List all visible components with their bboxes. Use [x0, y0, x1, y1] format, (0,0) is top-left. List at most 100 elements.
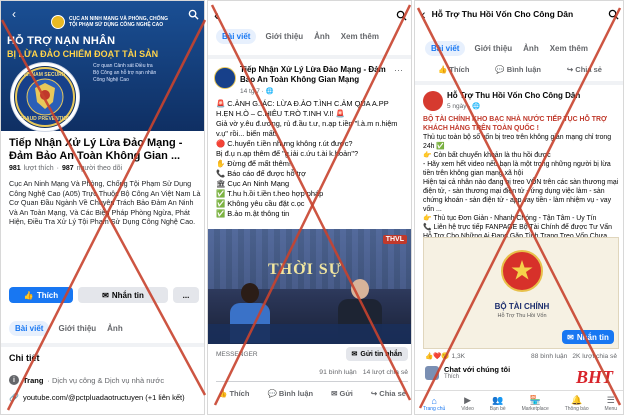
cover-headline-2: BỊ LỪA ĐẢO CHIẾM ĐOẠT TÀI SẢN: [7, 49, 159, 59]
cover-small-line-3: Công Nghệ Cao: [93, 77, 129, 83]
post-text: BỘ TÀI CHÍNH KHO BẠC NHÀ NƯỚC TIẾP TỤC H…: [423, 115, 619, 250]
page-name: Tiếp Nhận Xử Lý Lừa Đảo Mạng - Đảm Bảo A…: [9, 137, 183, 162]
watermark: BHT: [575, 367, 613, 387]
post-line: 🔴 C.huyển t.iền nhưng không r.út được?: [216, 139, 353, 148]
like-page-button[interactable]: 👍 Thích: [9, 287, 73, 303]
back-arrow-icon[interactable]: ‹: [7, 7, 21, 21]
tab-more[interactable]: Xem thêm: [339, 29, 381, 44]
post-line: 🚨 C.ẢNH G.IÁC: LỪA Đ.ẢO T.ÌNH C.ẢM QUA A…: [216, 99, 389, 118]
share-action-label: Chia sẻ: [575, 65, 602, 74]
messenger-icon: ✉: [567, 332, 574, 342]
search-icon[interactable]: [608, 9, 619, 20]
nav-video[interactable]: ▶ Video: [461, 395, 474, 412]
comment-action[interactable]: 💬 Bình luận: [495, 65, 541, 74]
comment-action-label: Bình luận: [506, 65, 541, 74]
post-author[interactable]: Hỗ Trợ Thu Hồi Vốn Cho Công Dân: [447, 91, 580, 100]
comment-count[interactable]: 88 bình luận: [531, 353, 567, 360]
nav-friends-label: Bạn bè: [489, 406, 506, 412]
message-button[interactable]: ✉ Nhắn tin: [78, 287, 168, 303]
divider: [415, 81, 623, 85]
post-line: ✅ T.hu h.ồi t.iền t.heo hợp pháp: [216, 189, 324, 198]
post-actions: 👍 Thích 💬 Bình luận ✉ Gửi ↪ Chia sẻ: [218, 389, 406, 398]
post-line: Hiện tại cả nhân nào đang bị treo VỐN tr…: [423, 179, 619, 213]
message-button-label: Nhắn tin: [111, 290, 144, 300]
comment-action[interactable]: 💬 Bình luận: [267, 389, 313, 398]
post-avatar[interactable]: [214, 67, 236, 89]
messenger-label: MESSENGER: [216, 350, 258, 358]
share-count[interactable]: 14 lượt chia sẻ: [363, 369, 408, 376]
link-icon: 🔗: [9, 393, 19, 402]
post-line: Thủ tục toàn bộ số vốn bị treo trên khôn…: [423, 134, 612, 150]
post-line: ✅ Không yêu cầu đặt c.ọc: [216, 199, 305, 208]
search-icon[interactable]: [186, 7, 200, 21]
send-message-button[interactable]: ✉ Gửi tin nhắn: [345, 347, 408, 361]
post-line: Giả vờ y.êu đ.ương, rủ đ.ầu t.ư, n.ạp t.…: [216, 119, 398, 138]
tab-photos[interactable]: Ảnh: [521, 41, 541, 56]
detail-link[interactable]: youtube.com/@pctpluadaotructuyen (+1 liê…: [23, 393, 203, 402]
chat-bubble[interactable]: Chat với chúng tôi Thích: [425, 365, 510, 380]
tab-photos[interactable]: Ảnh: [312, 29, 332, 44]
cover-headline-1: HỖ TRỢ NẠN NHÂN: [7, 35, 116, 47]
post-image[interactable]: BỘ TÀI CHÍNH Hỗ Trợ Thu Hồi Vốn ✉ Nhắn ti…: [423, 237, 619, 349]
divider: [208, 55, 411, 59]
tab-about[interactable]: Giới thiệu: [263, 29, 305, 44]
state-emblem: [501, 250, 543, 292]
send-action[interactable]: ✉ Gửi: [331, 389, 353, 398]
tab-about[interactable]: Giới thiệu: [472, 41, 514, 56]
bell-icon: 🔔: [571, 395, 583, 405]
post-text: 🚨 C.ẢNH G.IÁC: LỪA Đ.ẢO T.ÌNH C.ẢM QUA A…: [216, 99, 408, 219]
comment-icon: 💬: [267, 389, 279, 398]
post-time: 5 ngày · 🌐: [447, 103, 481, 110]
back-arrow-icon[interactable]: ‹: [421, 6, 426, 22]
nav-notifications[interactable]: 🔔 Thông báo: [565, 395, 589, 412]
like-action[interactable]: 👍 Thích: [218, 389, 249, 398]
chat-avatar: [425, 365, 439, 380]
post-video[interactable]: THỜI SỰ THVL: [208, 229, 411, 344]
messenger-icon: ✉: [331, 389, 340, 398]
post-author[interactable]: Tiếp Nhận Xử Lý Lừa Đảo Mạng - Đảm Bảo A…: [240, 65, 390, 85]
search-icon[interactable]: [396, 10, 407, 21]
tab-more[interactable]: Xem thêm: [548, 41, 590, 56]
screenshot-collage: CỤC AN NINH MẠNG VÀ PHÒNG, CHỐNG TỘI PHẠ…: [0, 0, 624, 415]
more-button-label: ...: [182, 290, 190, 300]
police-badge-icon: [51, 15, 65, 29]
nav-marketplace-label: Marketplace: [521, 406, 549, 412]
messenger-icon: ✉: [351, 351, 358, 358]
details-title: Chi tiết: [9, 353, 40, 363]
post-line: - Hãy xem hết video nếu bạn là một trong…: [423, 161, 611, 177]
share-action[interactable]: ↪ Chia sẻ: [567, 65, 602, 74]
reaction-count[interactable]: 👍❤️😮 1,3K: [425, 352, 465, 360]
post-line: BỘ TÀI CHÍNH KHO BẠC NHÀ NƯỚC TIẾP TỤC H…: [423, 116, 607, 132]
nav-home[interactable]: ⌂ Trang chủ: [423, 396, 445, 412]
page-title: Hỗ Trợ Thu Hồi Vốn Cho Công Dân: [431, 9, 574, 19]
post-line: Bị đ.ụ n.ạp thêm để "g.iải c.ứu t.ài k.h…: [216, 149, 359, 158]
post-time: 14 tg 7 · 🌐: [240, 88, 274, 95]
share-count[interactable]: 2K lượt chia sẻ: [572, 353, 617, 360]
post-more-icon[interactable]: ···: [394, 65, 403, 75]
send-message-label: Gửi tin nhắn: [360, 350, 402, 358]
nav-friends[interactable]: 👥 Bạn bè: [490, 395, 506, 412]
tab-about[interactable]: Giới thiệu: [56, 321, 98, 336]
facebook-scam-page-panel: ‹ Hỗ Trợ Thu Hồi Vốn Cho Công Dân Bài vi…: [414, 0, 624, 415]
share-action[interactable]: ↪ Chia sẻ: [371, 389, 406, 398]
tab-posts[interactable]: Bài viết: [425, 41, 466, 56]
followers-label: người theo dõi: [76, 165, 123, 172]
nav-menu[interactable]: ☰ Menu: [605, 395, 618, 412]
send-message-button[interactable]: ✉ Nhắn tin: [562, 330, 614, 344]
divider: [1, 343, 204, 347]
comment-count[interactable]: 91 bình luận: [319, 369, 356, 376]
post-avatar[interactable]: [423, 91, 443, 111]
video-channel-logo: THVL: [382, 235, 407, 244]
tab-posts[interactable]: Bài viết: [216, 29, 257, 44]
back-arrow-icon[interactable]: ‹: [214, 7, 219, 23]
video-banner: THỜI SỰ: [268, 261, 343, 278]
tab-posts[interactable]: Bài viết: [9, 321, 50, 336]
nav-notifications-label: Thông báo: [564, 406, 589, 412]
nav-marketplace[interactable]: 🏪 Marketplace: [522, 395, 549, 412]
menu-icon: ☰: [606, 395, 615, 405]
more-button[interactable]: ...: [173, 287, 199, 303]
tab-photos[interactable]: Ảnh: [105, 321, 125, 336]
like-action[interactable]: 👍 Thích: [438, 65, 469, 74]
page-avatar-seal[interactable]: VIETNAM SECURITY FRAUD PREVENTION: [11, 63, 79, 131]
post-line: ✋ Đừng để mất thêm!: [216, 159, 291, 168]
